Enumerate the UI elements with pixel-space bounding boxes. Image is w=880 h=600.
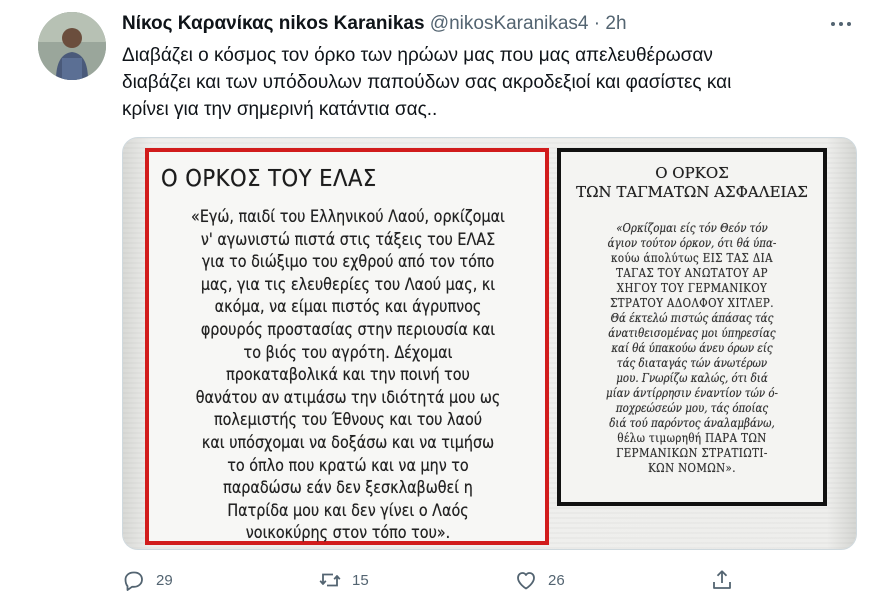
like-button[interactable]: 26 bbox=[514, 566, 565, 594]
elas-oath-line: μας, για τις ελευθερίες του Λαού μας, κι bbox=[200, 274, 496, 294]
security-oath-line: ΧΗΓΟΥ ΤΟΥ ΓΕΡΜΑΝΙΚΟΥ bbox=[616, 280, 768, 295]
share-icon bbox=[713, 570, 731, 589]
like-count: 26 bbox=[548, 571, 565, 589]
elas-oath-line: νοικοκύρης στον τόπο του». bbox=[245, 523, 451, 543]
security-oath-line: κούω άπολύτως ΕΙΣ ΤΑΣ ΔΙΑ bbox=[611, 250, 773, 265]
retweet-count: 15 bbox=[352, 571, 369, 589]
elas-oath-title: Ο ΟΡΚΟΣ ΤΟΥ ΕΛΑΣ bbox=[161, 166, 377, 192]
author-name[interactable]: Νίκος Καρανίκας nikos Karanikas bbox=[122, 13, 425, 34]
elas-oath-line: ν' αγωνιστώ πιστά στις τάξεις του ΕΛΑΣ bbox=[200, 229, 496, 249]
security-oath-body: «Ορκίζομαι είς τόν Θεόν τόν άγιον τούτον… bbox=[569, 220, 815, 475]
heart-icon bbox=[517, 572, 535, 590]
tweet-header: Νίκος Καρανίκας nikos Karanikas @nikosKa… bbox=[122, 12, 627, 36]
tweet-timestamp[interactable]: 2h bbox=[605, 13, 626, 34]
security-battalions-oath-title: Ο ΟΡΚΟΣ ΤΩΝ ΤΑΓΜΑΤΩΝ ΑΣΦΑΛΕΙΑΣ bbox=[569, 164, 815, 202]
retweet-icon bbox=[319, 573, 341, 587]
tweet-actions: 29 15 26 bbox=[122, 566, 742, 594]
elas-oath-line: το βιός του αγρότη. Δέχομαι bbox=[243, 342, 453, 362]
elas-oath-line: για το διώξιμο του εχθρού από τον τόπο bbox=[201, 252, 495, 272]
tweet-text: Διαβάζει ο κόσμος τον όρκο των ηρώων μας… bbox=[122, 42, 862, 123]
security-oath-line: ΚΩΝ ΝΟΜΩΝ». bbox=[648, 460, 736, 475]
reply-count: 29 bbox=[156, 571, 173, 589]
security-oath-line: ποχρεώσεών μου, τάς όποίας bbox=[615, 400, 769, 415]
tweet-media-image[interactable]: Ο ΟΡΚΟΣ ΤΟΥ ΕΛΑΣ «Εγώ, παιδί του Ελληνικ… bbox=[122, 137, 857, 550]
tweet-text-line: Διαβάζει ο κόσμος τον όρκο των ηρώων μας… bbox=[122, 45, 713, 66]
security-oath-line: ΓΕΡΜΑΝΙΚΩΝ ΣΤΡΑΤΙΩΤΙ- bbox=[616, 445, 768, 460]
security-oath-line: διά τού παρόντος άναλαμβάνω, bbox=[609, 415, 775, 430]
security-oath-line: ΤΑΓΑΣ ΤΟΥ ΑΝΩΤΑΤΟΥ ΑΡ bbox=[616, 265, 768, 280]
elas-oath-line: φρουρός προστασίας στην περιουσία και bbox=[200, 319, 496, 339]
security-oath-line: άγιον τούτον όρκον, ότι θά ύπα- bbox=[607, 235, 777, 250]
elas-oath-line: Πατρίδα μου και δεν γίνει ο Λαός bbox=[227, 500, 469, 520]
security-oath-line: τάς διαταγάς τών άνωτέρων bbox=[616, 355, 768, 370]
elas-oath-line: παραδώσω εάν δεν ξεσκλαβωθεί η bbox=[223, 478, 473, 498]
tweet-text-line: κρίνει για την σημερινή κατάντια σας.. bbox=[122, 99, 438, 120]
reply-button[interactable]: 29 bbox=[122, 566, 173, 594]
security-battalions-oath-panel: Ο ΟΡΚΟΣ ΤΩΝ ΤΑΓΜΑΤΩΝ ΑΣΦΑΛΕΙΑΣ «Ορκίζομα… bbox=[557, 148, 827, 506]
security-oath-line: μίαν άντίρρησιν έναντίον τών ό- bbox=[605, 385, 779, 400]
security-oath-title-line: ΤΩΝ ΤΑΓΜΑΤΩΝ ΑΣΦΑΛΕΙΑΣ bbox=[576, 183, 808, 201]
security-oath-line: «Ορκίζομαι είς τόν Θεόν τόν bbox=[616, 220, 768, 235]
security-oath-line: ΣΤΡΑΤΟΥ ΑΔΟΛΦΟΥ ΧΙΤΛΕΡ. bbox=[610, 295, 774, 310]
author-avatar[interactable] bbox=[38, 12, 106, 80]
share-button[interactable] bbox=[710, 566, 734, 594]
header-separator: · bbox=[593, 13, 601, 34]
author-handle[interactable]: @nikosKaranikas4 bbox=[430, 13, 589, 34]
elas-oath-line: πολεμιστής του Έθνους και του λαού bbox=[213, 410, 483, 430]
elas-oath-line: «Εγώ, παιδί του Ελληνικού Λαού, ορκίζομα… bbox=[191, 207, 505, 226]
elas-oath-line: και υπόσχομαι να δοξάσω και να τιμήσω bbox=[201, 432, 495, 452]
elas-oath-line: θανάτου αν ατιμάσω την ιδιότητά μου ως bbox=[195, 387, 501, 407]
retweet-button[interactable]: 15 bbox=[318, 566, 369, 594]
tweet-text-line: διαβάζει και των υπόδουλων παπούδων σας … bbox=[122, 72, 732, 93]
security-oath-title-line: Ο ΟΡΚΟΣ bbox=[655, 164, 729, 182]
elas-oath-line: προκαταβολικά και την ποινή του bbox=[226, 365, 470, 385]
security-oath-line: καί θά ύπακούω άνευ όρων είς bbox=[611, 340, 773, 355]
elas-oath-line: το όπλο που κρατώ και να μην το bbox=[227, 455, 469, 475]
elas-oath-line: ακόμα, να είμαι πιστός και άγρυπνος bbox=[214, 297, 482, 317]
security-oath-line: μου. Γνωρίζω καλώς, ότι διά bbox=[616, 370, 768, 385]
more-options-icon[interactable] bbox=[828, 14, 854, 34]
security-oath-line: Θά έκτελώ πιστώς άπάσας τάς bbox=[610, 310, 774, 325]
reply-icon bbox=[124, 571, 143, 591]
security-oath-line: θέλω τιμωρηθή ΠΑΡΑ ΤΩΝ bbox=[617, 430, 767, 445]
elas-oath-panel: Ο ΟΡΚΟΣ ΤΟΥ ΕΛΑΣ «Εγώ, παιδί του Ελληνικ… bbox=[145, 148, 549, 545]
security-oath-line: άνατιθεισομένας μοι ύπηρεσίας bbox=[608, 325, 776, 340]
